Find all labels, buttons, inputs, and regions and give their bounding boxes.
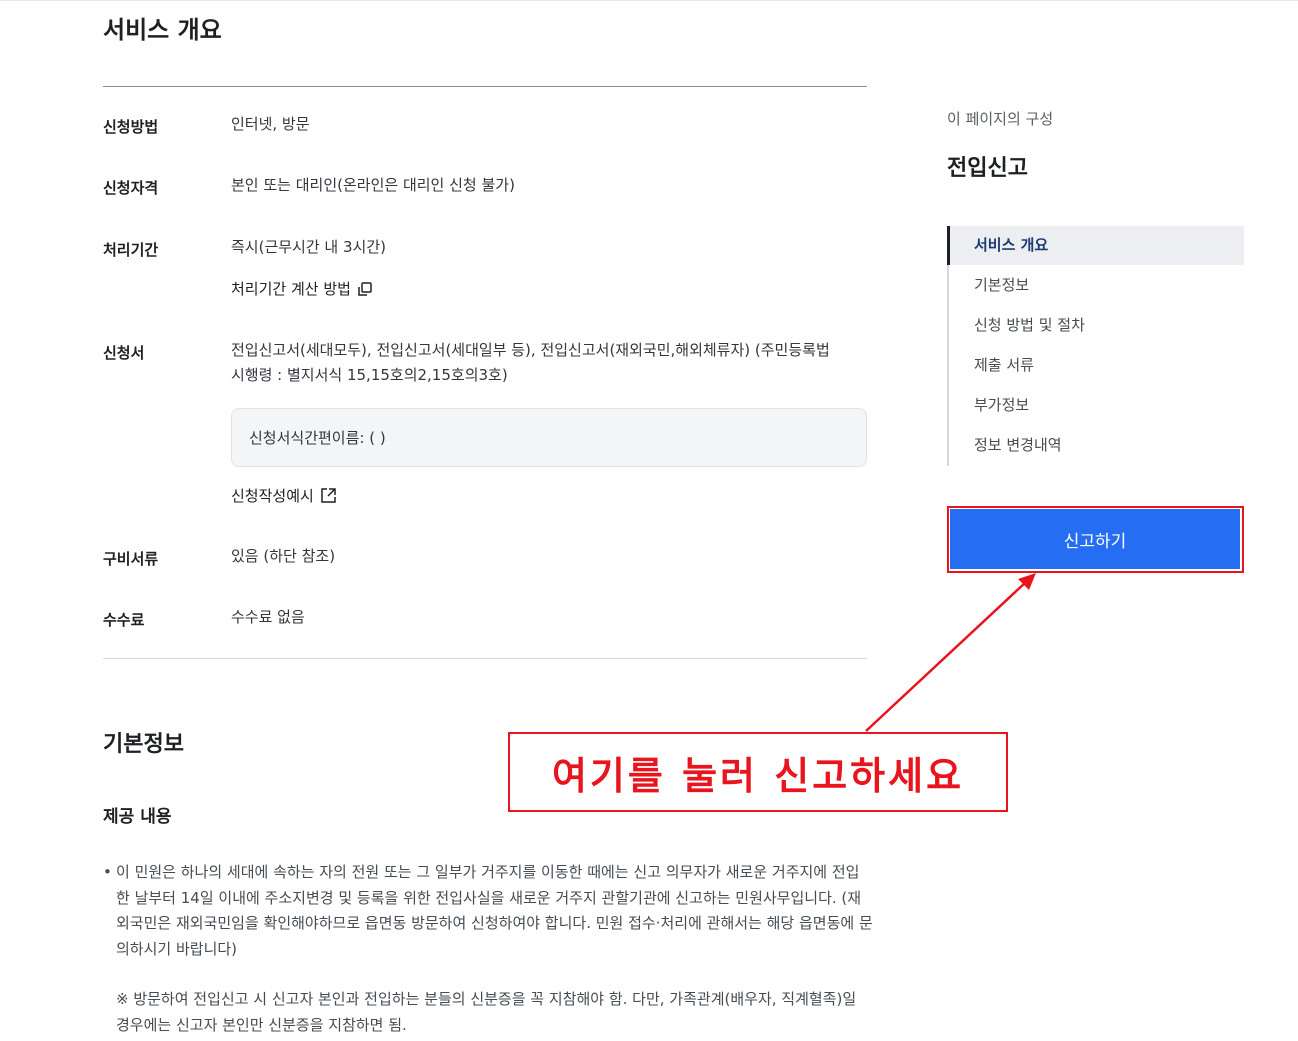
toc-item-change-history[interactable]: 정보 변경내역 bbox=[949, 426, 1243, 464]
toc-item-overview[interactable]: 서비스 개요 bbox=[947, 226, 1244, 265]
row-value-method: 인터넷, 방문 bbox=[231, 115, 310, 133]
overview-bottom-divider bbox=[103, 658, 867, 659]
copy-icon bbox=[358, 281, 372, 296]
toc-item-label: 신청 방법 및 절차 bbox=[974, 316, 1085, 334]
row-label-eligibility: 신청자격 bbox=[103, 179, 159, 197]
provide-description: • 이 민원은 하나의 세대에 속하는 자의 전원 또는 그 일부가 거주지를 … bbox=[103, 860, 873, 1038]
row-value-form-line1: 전입신고서(세대모두), 전입신고서(세대일부 등), 전입신고서(재외국민,해… bbox=[231, 341, 830, 359]
row-label-method: 신청방법 bbox=[103, 118, 159, 136]
period-calc-link[interactable]: 처리기간 계산 방법 bbox=[231, 278, 373, 299]
toc-list: 서비스 개요 기본정보 신청 방법 및 절차 제출 서류 부가정보 정보 변경내… bbox=[947, 226, 1245, 466]
provide-note-text: ※ 방문하여 전입신고 시 신고자 본인과 전입하는 분들의 신분증을 꼭 지참… bbox=[116, 990, 857, 1034]
toc-title: 전입신고 bbox=[947, 156, 1028, 181]
form-example-link[interactable]: 신청작성예시 bbox=[231, 485, 337, 506]
overview-top-divider bbox=[103, 86, 867, 87]
row-value-form-line2: 시행령 : 별지서식 15,15호의2,15호의3호) bbox=[231, 366, 508, 384]
row-label-period: 처리기간 bbox=[103, 241, 159, 259]
top-divider bbox=[0, 0, 1298, 1]
toc-caption: 이 페이지의 구성 bbox=[947, 110, 1054, 128]
section-title-basic-info: 기본정보 bbox=[103, 732, 184, 757]
callout-box: 여기를 눌러 신고하세요 bbox=[508, 732, 1008, 812]
toc-item-documents[interactable]: 제출 서류 bbox=[949, 346, 1243, 384]
row-value-fee: 수수료 없음 bbox=[231, 608, 305, 626]
form-short-name-box: 신청서식간편이름: ( ) bbox=[231, 408, 867, 467]
external-link-icon bbox=[321, 488, 336, 503]
row-label-documents: 구비서류 bbox=[103, 550, 159, 568]
period-calc-link-label: 처리기간 계산 방법 bbox=[231, 280, 351, 298]
row-value-period: 즉시(근무시간 내 3시간) bbox=[231, 238, 386, 256]
provide-description-text: 이 민원은 하나의 세대에 속하는 자의 전원 또는 그 일부가 거주지를 이동… bbox=[116, 863, 873, 958]
toc-item-label: 기본정보 bbox=[974, 276, 1030, 294]
row-value-eligibility: 본인 또는 대리인(온라인은 대리인 신청 불가) bbox=[231, 176, 515, 194]
toc-item-label: 서비스 개요 bbox=[974, 236, 1049, 254]
section-title-overview: 서비스 개요 bbox=[103, 16, 222, 44]
toc-item-extra-info[interactable]: 부가정보 bbox=[949, 386, 1243, 424]
toc-item-label: 정보 변경내역 bbox=[974, 436, 1062, 454]
toc-item-label: 제출 서류 bbox=[974, 356, 1034, 374]
toc-item-procedure[interactable]: 신청 방법 및 절차 bbox=[949, 306, 1243, 344]
bullet-marker: • bbox=[103, 863, 112, 881]
report-button[interactable]: 신고하기 bbox=[950, 509, 1240, 569]
toc-item-basic-info[interactable]: 기본정보 bbox=[949, 266, 1243, 304]
form-example-link-label: 신청작성예시 bbox=[231, 487, 314, 505]
row-label-form: 신청서 bbox=[103, 344, 145, 362]
row-label-fee: 수수료 bbox=[103, 611, 145, 629]
form-short-name-text: 신청서식간편이름: ( ) bbox=[249, 429, 386, 447]
toc-item-label: 부가정보 bbox=[974, 396, 1030, 414]
row-value-documents: 있음 (하단 참조) bbox=[231, 547, 336, 565]
subsection-title-provide: 제공 내용 bbox=[103, 807, 172, 827]
